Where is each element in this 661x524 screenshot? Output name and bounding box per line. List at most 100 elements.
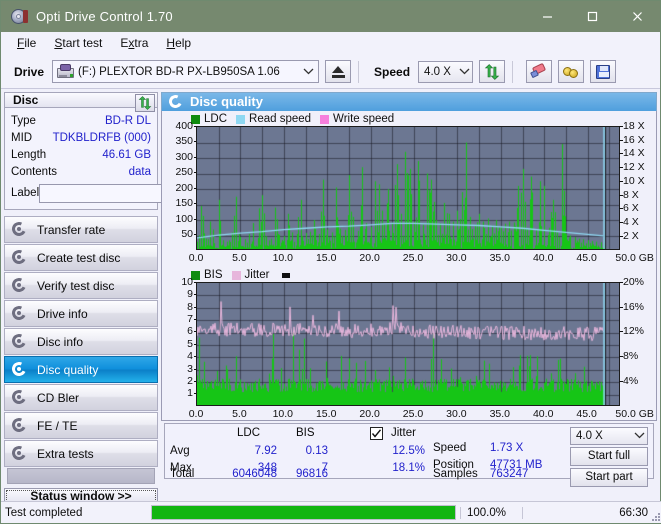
y2-tick-mark bbox=[619, 208, 623, 210]
speed-select[interactable]: 4.0 X bbox=[418, 60, 474, 83]
x-tick-label: 10.0 bbox=[272, 251, 294, 264]
chart-ldc-readspeed: 50 100 150 200 250 300 350 400 2 X4 X6 X8 X 10 X… bbox=[165, 120, 654, 268]
y2-tick-mark bbox=[619, 356, 623, 358]
disc-create-icon bbox=[10, 248, 30, 266]
sidebar-item-create-test-disc[interactable]: Create test disc bbox=[4, 244, 158, 271]
menu-bar: File Start test Extra Help bbox=[1, 32, 660, 55]
test-speed-select[interactable]: 4.0 X bbox=[570, 426, 648, 445]
floppy-save-icon bbox=[596, 64, 611, 79]
y2-tick-mark bbox=[619, 331, 623, 333]
x-tick-label: 20.0 bbox=[359, 407, 380, 420]
stats-jitter-max: 18.1% bbox=[392, 461, 425, 474]
y2-tick-label: 10 X bbox=[623, 174, 645, 187]
menu-start-test[interactable]: Start test bbox=[45, 34, 111, 52]
sidebar-label: Extra tests bbox=[37, 446, 94, 461]
disc-label-row: Label bbox=[11, 182, 243, 204]
tools-button[interactable] bbox=[558, 60, 585, 83]
y2-tick-mark bbox=[619, 222, 623, 224]
x-tick-label: 0.0 bbox=[188, 407, 204, 420]
minimize-icon[interactable] bbox=[525, 1, 570, 32]
sidebar-item-extra-tests[interactable]: Extra tests bbox=[4, 440, 158, 467]
y2-tick-label: 2 X bbox=[623, 229, 639, 242]
left-sidebar: Disc Type BD-R DL MID TDKBLDRFB (000) Le… bbox=[1, 89, 243, 504]
sidebar-label: CD Bler bbox=[37, 390, 80, 405]
y-tick-label: 8 bbox=[187, 300, 193, 313]
check-icon bbox=[371, 429, 382, 438]
disc-row-mid: MID TDKBLDRFB (000) bbox=[11, 129, 151, 146]
sidebar-item-transfer-rate[interactable]: Transfer rate bbox=[4, 216, 158, 243]
bottom-chart-y-axis: 1 2 3 4 5 6 7 8 9 10 bbox=[165, 276, 198, 406]
x-tick-label: 50.0 GB bbox=[615, 407, 654, 420]
status-bar: Test completed 100.0% 66:30 bbox=[1, 501, 661, 523]
y2-tick-mark bbox=[619, 194, 623, 196]
stats-header-jitter: Jitter bbox=[391, 426, 416, 439]
disc-panel-header: Disc bbox=[4, 92, 158, 112]
stats-speed-value: 1.73 X bbox=[490, 441, 524, 454]
content-header: Disc quality bbox=[161, 92, 657, 111]
top-chart-right-axis: 2 X4 X6 X8 X 10 X 12 X 14 X 16 X 18 X bbox=[619, 120, 653, 250]
maximize-icon[interactable] bbox=[570, 1, 615, 32]
stats-header-bis: BIS bbox=[296, 426, 315, 439]
charts-container: LDC Read speed Write speed 50 100 150 200 25… bbox=[161, 110, 657, 421]
y2-tick-mark bbox=[619, 235, 623, 237]
chart-bis-jitter: 1 2 3 4 5 6 7 8 9 10 4% 8% 12% 16% 20% 0.0 5.0 10.0 15.0… bbox=[165, 276, 654, 420]
sidebar-label: Verify test disc bbox=[37, 278, 115, 293]
save-button[interactable] bbox=[590, 60, 617, 83]
close-icon[interactable] bbox=[615, 1, 660, 32]
y2-tick-label: 8 X bbox=[623, 188, 639, 201]
disc-contents-key: Contents bbox=[11, 165, 58, 178]
y-tick-label: 6 bbox=[187, 325, 193, 338]
erase-button[interactable] bbox=[526, 60, 553, 83]
x-tick-label: 25.0 bbox=[402, 251, 424, 264]
stats-header-ldc: LDC bbox=[237, 426, 261, 439]
jitter-checkbox[interactable] bbox=[370, 426, 383, 440]
menu-file-rest: ile bbox=[24, 36, 37, 50]
y-tick-label: 5 bbox=[187, 337, 193, 350]
bottom-chart-plot bbox=[196, 281, 620, 406]
sidebar-item-drive-info[interactable]: Drive info bbox=[4, 300, 158, 327]
drive-select[interactable]: (F:) PLEXTOR BD-R PX-LB950SA 1.06 bbox=[52, 60, 320, 83]
sidebar-item-fe-te[interactable]: FE / TE bbox=[4, 412, 158, 439]
sidebar-label: Drive info bbox=[37, 306, 88, 321]
sidebar-item-disc-quality[interactable]: Disc quality bbox=[4, 356, 158, 383]
elapsed-time: 66:30 bbox=[522, 506, 661, 519]
stats-samples-label: Samples bbox=[433, 467, 478, 480]
title-bar: Opti Drive Control 1.70 bbox=[1, 1, 660, 32]
chevron-down-icon bbox=[631, 430, 647, 441]
disc-quality-icon bbox=[167, 93, 184, 111]
menu-help[interactable]: Help bbox=[157, 34, 200, 52]
resize-grip[interactable] bbox=[650, 511, 660, 521]
disc-row-type: Type BD-R DL bbox=[11, 112, 151, 129]
eject-button[interactable] bbox=[325, 60, 352, 83]
refresh-icon bbox=[484, 63, 500, 80]
y-tick-label: 100 bbox=[175, 212, 193, 225]
progress-fill bbox=[152, 506, 455, 519]
refresh-button[interactable] bbox=[479, 60, 506, 83]
sidebar-item-disc-info[interactable]: Disc info bbox=[4, 328, 158, 355]
x-tick-label: 5.0 bbox=[232, 407, 247, 420]
y2-tick-label: 12% bbox=[623, 325, 645, 338]
menu-file[interactable]: File bbox=[8, 34, 45, 52]
y2-tick-label: 4 X bbox=[623, 216, 639, 229]
drive-select-value: (F:) PLEXTOR BD-R PX-LB950SA 1.06 bbox=[78, 65, 280, 78]
y-tick-label: 250 bbox=[175, 166, 193, 179]
start-full-button[interactable]: Start full bbox=[570, 446, 648, 466]
drive-toolbar: Drive (F:) PLEXTOR BD-R PX-LB950SA 1.06 … bbox=[1, 55, 660, 89]
x-tick-label: 50.0 GB bbox=[615, 251, 654, 264]
x-tick-label: 20.0 bbox=[359, 251, 380, 264]
start-part-button[interactable]: Start part bbox=[570, 467, 648, 487]
y2-tick-mark bbox=[619, 306, 623, 308]
legend-swatch-jitter bbox=[231, 270, 241, 280]
disc-refresh-button[interactable] bbox=[135, 94, 155, 112]
disc-bler-icon bbox=[10, 388, 30, 406]
sidebar-item-cd-bler[interactable]: CD Bler bbox=[4, 384, 158, 411]
x-tick-label: 35.0 bbox=[489, 407, 511, 420]
bottom-chart-right-axis: 4% 8% 12% 16% 20% bbox=[619, 276, 653, 406]
sidebar-item-verify-test-disc[interactable]: Verify test disc bbox=[4, 272, 158, 299]
disc-mid-key: MID bbox=[11, 131, 33, 144]
y-tick-label: 7 bbox=[187, 312, 193, 325]
speed-label: Speed bbox=[374, 64, 411, 79]
legend-label-jitter: Jitter bbox=[244, 269, 270, 282]
menu-extra[interactable]: Extra bbox=[111, 34, 157, 52]
x-tick-label: 0.0 bbox=[188, 251, 204, 264]
